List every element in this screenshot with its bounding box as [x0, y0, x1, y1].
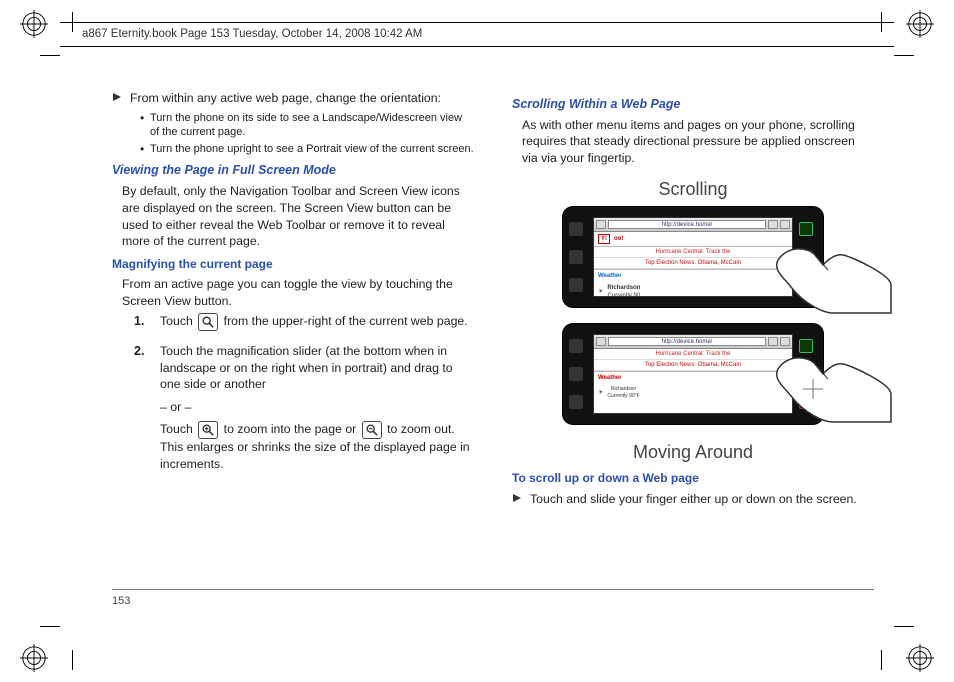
figure-label: Scrolling: [512, 177, 874, 201]
url-field: http://device.home/: [608, 337, 766, 346]
crop-mark: [881, 650, 882, 670]
bullet-item: Turn the phone upright to see a Portrait…: [140, 142, 474, 156]
step-text: Touch from the upper-right of the curren…: [160, 313, 474, 331]
bullet-item: Turn the phone on its side to see a Land…: [140, 111, 474, 140]
body-text: By default, only the Navigation Toolbar …: [122, 183, 474, 249]
url-field: http://device.home/: [608, 220, 766, 229]
section-heading: Viewing the Page in Full Screen Mode: [112, 162, 474, 179]
registration-mark-icon: [906, 644, 934, 672]
arrow-right-icon: [512, 491, 524, 508]
arrow-right-icon: [112, 90, 124, 107]
sub-heading: Magnifying the current page: [112, 256, 474, 272]
registration-mark-icon: [20, 10, 48, 38]
zoom-out-icon: [362, 421, 382, 439]
hand-pointing-icon: [773, 334, 893, 424]
step-number: 2.: [134, 343, 150, 479]
step-number: 1.: [134, 313, 150, 337]
body-text: As with other menu items and pages on yo…: [522, 117, 874, 167]
page-header: a867 Eternity.book Page 153 Tuesday, Oct…: [60, 22, 894, 49]
intro-text: From within any active web page, change …: [130, 90, 441, 107]
right-column: Scrolling Within a Web Page As with othe…: [512, 90, 874, 612]
hand-pointing-icon: [773, 225, 893, 315]
step-text: Touch to zoom into the page or to zoom o…: [160, 421, 474, 472]
left-column: From within any active web page, change …: [112, 90, 474, 612]
document-header-text: a867 Eternity.book Page 153 Tuesday, Oct…: [60, 25, 894, 46]
crop-mark: [40, 626, 60, 627]
crop-mark: [894, 626, 914, 627]
step-or: – or –: [160, 399, 474, 416]
zoom-in-icon: [198, 421, 218, 439]
footer-rule: [112, 589, 874, 590]
magnify-icon: [198, 313, 218, 331]
registration-mark-icon: [906, 10, 934, 38]
crop-mark: [40, 55, 60, 56]
crop-mark: [72, 650, 73, 670]
registration-mark-icon: [20, 644, 48, 672]
crop-mark: [894, 55, 914, 56]
step-text: Touch the magnification slider (at the b…: [160, 343, 474, 393]
body-text: From an active page you can toggle the v…: [122, 276, 474, 309]
page-number: 153: [112, 595, 130, 607]
step-text: Touch and slide your finger either up or…: [530, 491, 857, 508]
section-heading: Scrolling Within a Web Page: [512, 96, 874, 113]
figure-label: Moving Around: [512, 440, 874, 464]
sub-heading: To scroll up or down a Web page: [512, 470, 874, 486]
